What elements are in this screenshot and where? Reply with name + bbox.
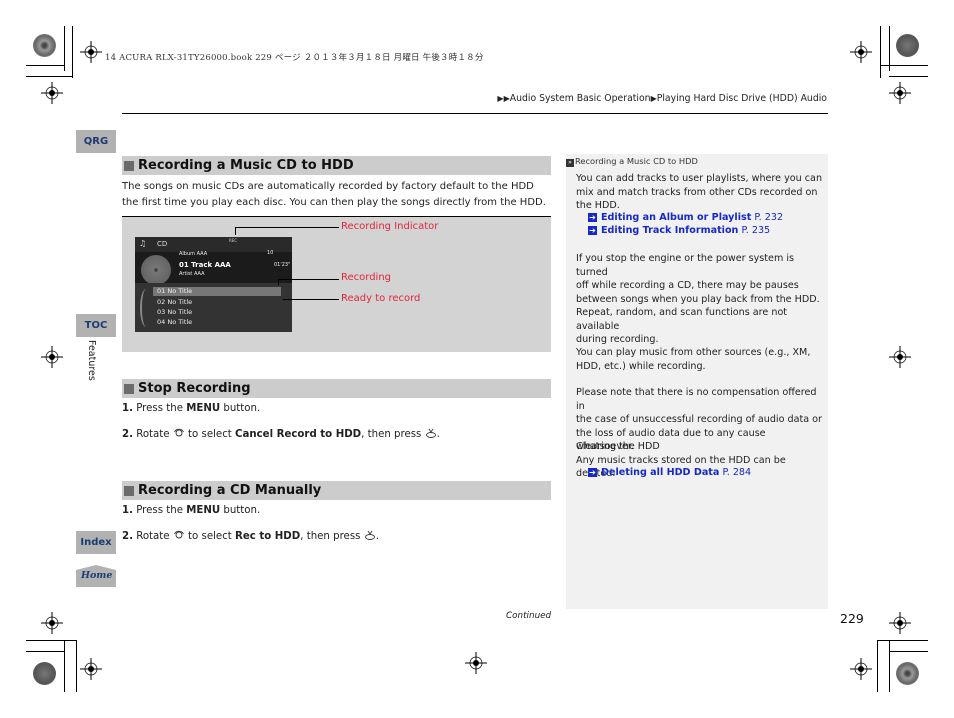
side-note-panel: » Recording a Music CD to HDD You can add… [566,154,828,609]
side-note-paragraph: You can add tracks to user playlists, wh… [576,173,823,211]
heading-square-icon [124,383,134,394]
print-header: 14 ACURA RLX-31TY26000.book 229 ページ ２０１３… [105,53,484,63]
cd-disc-icon [141,255,171,285]
registration-mark-icon [889,82,911,104]
link-editing-track-info[interactable]: ➔ Editing Track Information P. 235 [588,225,770,236]
breadcrumb-item[interactable]: Audio System Basic Operation [510,93,651,104]
callout-recording: Recording [341,272,392,283]
audio-screen-image: ♫ CD REC Album AAA 01 Track AAA Artist A… [135,237,292,332]
print-disc-icon [33,662,56,685]
print-disc-icon [33,34,56,57]
page-number: 229 [840,611,864,626]
link-deleting-hdd-data[interactable]: ➔ Deleting all HDD Data P. 284 [588,467,751,478]
recording-indicator: REC [229,238,238,243]
toc-tab[interactable]: TOC [76,314,116,337]
continued-label: Continued [506,611,552,621]
registration-mark-icon [850,658,872,680]
index-tab[interactable]: Index [76,531,116,554]
track-list-item: 02 No Title [157,298,193,306]
callout-line [278,279,339,280]
section-body: The songs on music CDs are automatically… [122,181,546,208]
print-disc-icon [896,34,919,57]
music-note-icon: ♫ [139,239,147,248]
interface-dial-press-icon [425,428,436,438]
registration-mark-icon [465,652,487,674]
header-rule [122,113,828,114]
registration-mark-icon [850,41,872,63]
side-note-title: » Recording a Music CD to HDD [566,156,698,167]
step-2: 2. Rotate to select Cancel Record to HDD… [122,428,440,440]
registration-mark-icon [889,346,911,368]
callout-line [235,227,339,228]
side-note-paragraph: If you stop the engine or the power syst… [576,253,820,305]
interface-dial-rotate-icon [173,530,184,539]
registration-mark-icon [80,658,102,680]
double-arrow-icon: ▶▶ [497,94,510,103]
track-list-item: 04 No Title [157,318,193,326]
callout-recording-indicator: Recording Indicator [341,221,439,232]
note-marker-icon: » [566,159,574,167]
section-heading: Recording a CD Manually [122,481,551,500]
registration-mark-icon [80,41,102,63]
heading-square-icon [124,485,134,496]
step-1: 1. Press the MENU button. [122,403,261,414]
print-disc-icon [896,662,919,685]
registration-mark-icon [41,346,63,368]
breadcrumb: ▶▶Audio System Basic Operation▶Playing H… [497,93,827,104]
breadcrumb-item[interactable]: Playing Hard Disc Drive (HDD) Audio [657,93,827,104]
callout-ready-to-record: Ready to record [341,293,421,304]
link-arrow-icon: ➔ [588,226,597,235]
interface-dial-press-icon [364,530,375,540]
side-note-paragraph: You can play music from other sources (e… [576,347,811,372]
step-1: 1. Press the MENU button. [122,505,261,516]
link-arrow-icon: ➔ [588,213,597,222]
section-heading: Stop Recording [122,379,551,398]
link-arrow-icon: ➔ [588,468,597,477]
callout-line [283,299,339,300]
track-list-item: 01 No Title [157,287,193,295]
section-label: Features [86,340,97,381]
interface-dial-rotate-icon [173,428,184,437]
home-tab[interactable]: Home [76,565,116,587]
step-2: 2. Rotate to select Rec to HDD, then pre… [122,530,379,542]
link-editing-album-playlist[interactable]: ➔ Editing an Album or Playlist P. 232 [588,212,783,223]
section-heading: Recording a Music CD to HDD [122,156,551,175]
track-list-item: 03 No Title [157,308,193,316]
registration-mark-icon [889,612,911,634]
heading-square-icon [124,160,134,171]
scroll-arc [140,289,152,327]
registration-mark-icon [41,82,63,104]
registration-mark-icon [41,612,63,634]
qrg-tab[interactable]: QRG [76,130,116,153]
side-note-paragraph: Repeat, random, and scan functions are n… [576,307,788,345]
